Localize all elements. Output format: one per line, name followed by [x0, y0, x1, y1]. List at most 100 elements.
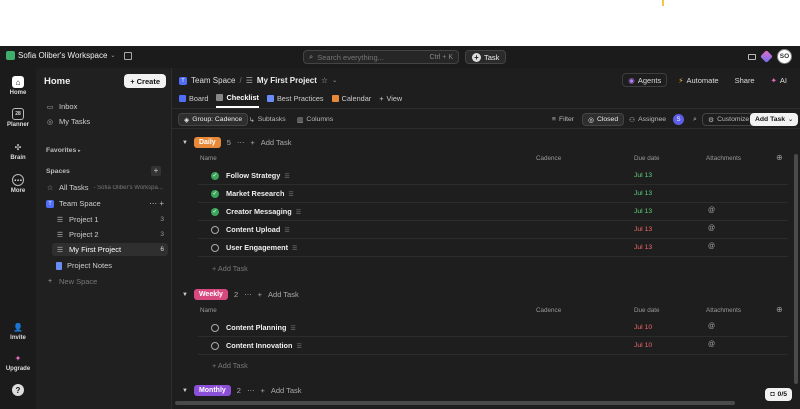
checkbox-done[interactable]: ✓: [211, 172, 219, 180]
workspace-switcher[interactable]: Sofia Oliber's Workspace ⌄: [6, 51, 115, 60]
assignee-button[interactable]: ⚇ Assignee S: [624, 113, 689, 126]
add-column-icon[interactable]: ⊕: [776, 305, 783, 314]
search-bar[interactable]: ⌕ Ctrl + K: [303, 50, 459, 64]
customize-button[interactable]: ⚙ Customize: [702, 113, 756, 126]
column-attachments[interactable]: Attachments: [706, 307, 741, 314]
notification-badge[interactable]: ◘ 0/5: [765, 388, 792, 401]
table-row[interactable]: ✓ Market Research ☰ Jul 13: [198, 185, 788, 203]
vertical-scrollbar[interactable]: [794, 154, 798, 384]
group-add-task[interactable]: Add Task: [261, 138, 292, 147]
caret-down-icon[interactable]: ▼: [182, 388, 188, 394]
rail-upgrade[interactable]: ✦ Upgrade: [0, 352, 36, 373]
checkbox-todo[interactable]: [211, 342, 219, 350]
star-icon[interactable]: ☆: [321, 76, 328, 85]
calendar-icon[interactable]: [124, 52, 132, 60]
table-row[interactable]: ✓ Creator Messaging ☰ Jul 13 @: [198, 203, 788, 221]
video-icon[interactable]: [748, 53, 756, 60]
attachment-icon[interactable]: @: [708, 341, 715, 348]
horizontal-scrollbar[interactable]: [175, 401, 735, 405]
column-due[interactable]: Due date: [634, 307, 660, 314]
add-space-icon[interactable]: +: [151, 166, 161, 176]
group-pill[interactable]: Monthly: [193, 385, 231, 396]
attachment-icon[interactable]: @: [708, 225, 715, 232]
filter-button[interactable]: ≡ Filter: [547, 113, 579, 126]
checkbox-todo[interactable]: [211, 324, 219, 332]
tab-calendar[interactable]: Calendar: [331, 94, 371, 107]
more-icon[interactable]: ⋯: [244, 290, 252, 299]
sidebar-item-inbox[interactable]: ▭ Inbox: [42, 100, 168, 113]
rail-help[interactable]: ?: [0, 384, 36, 398]
breadcrumb-space[interactable]: Team Space: [191, 76, 235, 85]
column-cadence[interactable]: Cadence: [536, 307, 561, 314]
tab-add-view[interactable]: + View: [379, 94, 402, 107]
rail-planner[interactable]: 28 Planner: [0, 108, 36, 128]
columns-button[interactable]: ▥ Columns: [292, 113, 338, 126]
sidebar-item-project-2[interactable]: ☰ Project 2 3: [52, 228, 168, 241]
closed-button[interactable]: ◎ Closed: [582, 113, 625, 126]
user-avatar[interactable]: SO: [777, 49, 792, 64]
rail-home[interactable]: ⌂ Home: [0, 76, 36, 96]
table-row[interactable]: Content Planning ☰ Jul 10 @: [198, 319, 788, 337]
caret-down-icon[interactable]: ▼: [182, 292, 188, 298]
checkbox-done[interactable]: ✓: [211, 190, 219, 198]
column-due[interactable]: Due date: [634, 155, 660, 162]
rail-brain[interactable]: ✣ Brain: [0, 141, 36, 162]
task-due[interactable]: Jul 13: [634, 226, 652, 233]
new-task-button[interactable]: + Task: [465, 50, 507, 64]
column-attachments[interactable]: Attachments: [706, 155, 741, 162]
table-row[interactable]: User Engagement ☰ Jul 13 @: [198, 239, 788, 257]
column-name[interactable]: Name: [200, 155, 217, 162]
checkbox-todo[interactable]: [211, 226, 219, 234]
favorites-section[interactable]: Favorites ▸: [46, 147, 81, 154]
task-name[interactable]: Content Upload: [226, 225, 280, 234]
more-icon[interactable]: ⋯: [247, 386, 255, 395]
sidebar-item-my-first-project[interactable]: ☰ My First Project 6: [52, 243, 168, 256]
search-input[interactable]: [317, 52, 426, 62]
sidebar-item-project-notes[interactable]: Project Notes: [52, 259, 168, 272]
search-tasks-button[interactable]: ⌕: [688, 113, 702, 126]
task-name[interactable]: Content Innovation: [226, 341, 292, 350]
tab-checklist[interactable]: Checklist: [216, 93, 259, 108]
sidebar-item-new-space[interactable]: + New Space: [42, 275, 168, 288]
group-by-button[interactable]: ◈ Group: Cadence: [178, 113, 249, 126]
add-task-button[interactable]: Add Task ⌄: [750, 113, 799, 126]
attachment-icon[interactable]: @: [708, 207, 715, 214]
task-name[interactable]: Follow Strategy: [226, 171, 280, 180]
group-add-task[interactable]: Add Task: [268, 290, 299, 299]
subtasks-button[interactable]: ↳ Subtasks: [244, 113, 291, 126]
task-name[interactable]: User Engagement: [226, 243, 288, 252]
agents-button[interactable]: ◉ Agents: [622, 73, 668, 87]
task-due[interactable]: Jul 10: [634, 342, 652, 349]
more-icon[interactable]: ⋯: [237, 138, 245, 147]
table-row[interactable]: Content Upload ☰ Jul 13 @: [198, 221, 788, 239]
create-button[interactable]: + Create: [124, 74, 166, 88]
attachment-icon[interactable]: @: [708, 323, 715, 330]
task-due[interactable]: Jul 13: [634, 190, 652, 197]
checkbox-done[interactable]: ✓: [211, 208, 219, 216]
group-pill[interactable]: Weekly: [193, 289, 228, 300]
task-due[interactable]: Jul 10: [634, 324, 652, 331]
tab-best-practices[interactable]: Best Practices: [266, 94, 324, 107]
share-button[interactable]: Share: [730, 73, 760, 87]
task-name[interactable]: Content Planning: [226, 323, 286, 332]
tab-board[interactable]: Board: [179, 94, 208, 107]
group-add-task[interactable]: Add Task: [271, 386, 302, 395]
checkbox-todo[interactable]: [211, 244, 219, 252]
add-task-row[interactable]: + Add Task: [212, 361, 248, 370]
rail-invite[interactable]: 👤 Invite: [0, 321, 36, 342]
sidebar-item-project-1[interactable]: ☰ Project 1 3: [52, 213, 168, 226]
ai-button[interactable]: ✦ AI: [766, 73, 792, 87]
task-due[interactable]: Jul 13: [634, 244, 652, 251]
space-actions[interactable]: ⋯ +: [149, 199, 164, 208]
group-pill[interactable]: Daily: [193, 137, 221, 148]
breadcrumb-list[interactable]: My First Project: [257, 76, 317, 85]
task-name[interactable]: Market Research: [226, 189, 284, 198]
rail-more[interactable]: ⋯ More: [0, 174, 36, 194]
attachment-icon[interactable]: @: [708, 243, 715, 250]
column-name[interactable]: Name: [200, 307, 217, 314]
sidebar-item-team-space[interactable]: T Team Space ⋯ +: [42, 197, 168, 210]
task-due[interactable]: Jul 13: [634, 208, 652, 215]
chevron-down-icon[interactable]: ⌄: [332, 77, 337, 84]
sidebar-item-all-tasks[interactable]: ☆ All Tasks - Sofia Oliber's Workspa...: [42, 181, 168, 194]
caret-down-icon[interactable]: ▼: [182, 140, 188, 146]
